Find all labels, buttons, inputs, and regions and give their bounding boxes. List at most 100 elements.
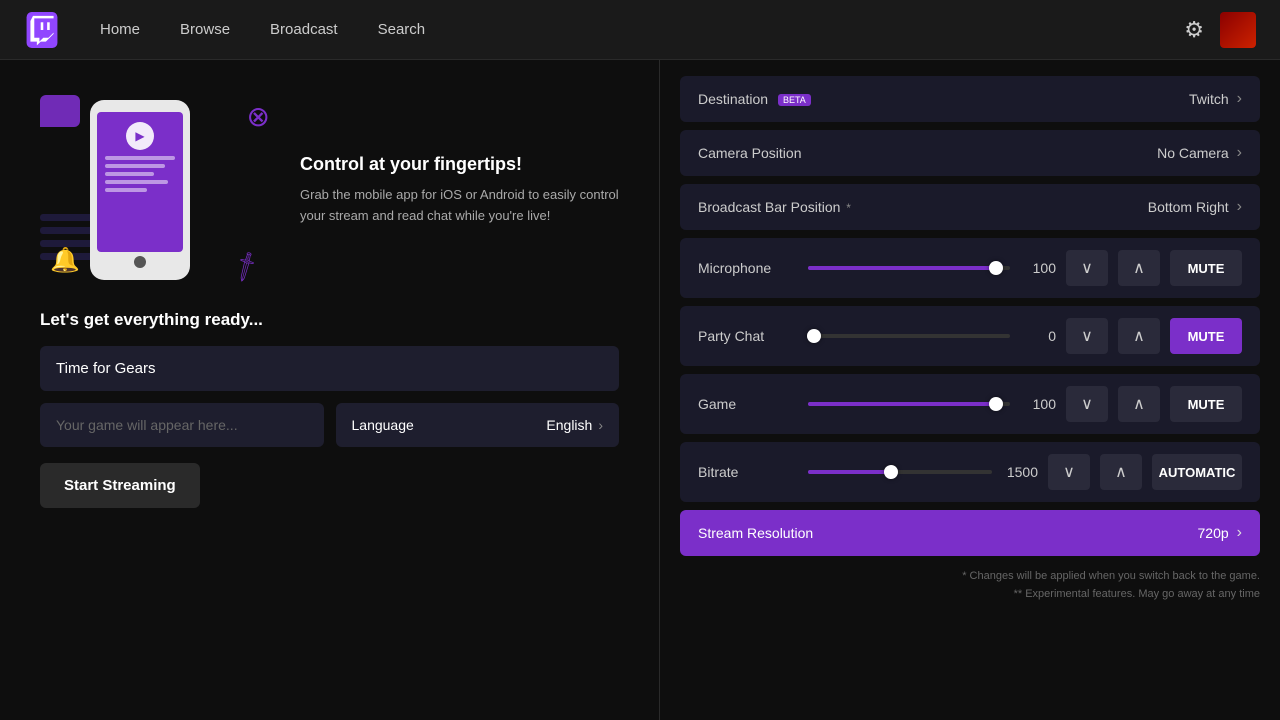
phone-home-btn [134,256,146,268]
phone-line [105,156,175,160]
phone-line [105,180,168,184]
phone-illustration: ▶ [90,100,190,280]
broadcast-bar-label: Broadcast Bar Position * [698,199,851,215]
camera-value: No Camera › [1157,144,1242,162]
illustration-desc: Grab the mobile app for iOS or Android t… [300,185,619,227]
game-slider-thumb[interactable] [989,397,1003,411]
language-button[interactable]: Language English › [336,403,620,447]
illustration-text: Control at your fingertips! Grab the mob… [300,154,619,227]
game-down-button[interactable]: ∨ [1066,386,1108,422]
main-nav: Home Browse Broadcast Search [100,21,425,38]
chevron-right-icon: › [598,417,603,433]
bitrate-slider-track[interactable] [808,470,992,474]
section-label: Let's get everything ready... [40,310,619,330]
microphone-slider-fill [808,266,996,270]
illustration-section: ⊗ ▶ 🔔 [40,90,619,290]
twitch-logo[interactable] [24,12,60,48]
party-chat-mute-button[interactable]: MUTE [1170,318,1242,354]
game-slider-fill [808,402,996,406]
sword-icon: 🗡 [227,249,264,285]
bitrate-slider-fill [808,470,891,474]
chevron-right-icon: › [1237,144,1242,162]
settings-button[interactable]: ⚙ [1184,17,1204,43]
chevron-right-icon: › [1237,524,1242,542]
play-icon: ▶ [126,122,154,150]
star-note: * [846,201,851,215]
bottom-row: Language English › [40,403,619,447]
nav-broadcast[interactable]: Broadcast [270,21,338,38]
header-left: Home Browse Broadcast Search [24,12,425,48]
microphone-up-button[interactable]: ∧ [1118,250,1160,286]
main-content: ⊗ ▶ 🔔 [0,60,1280,720]
microphone-label: Microphone [698,260,798,276]
start-streaming-button[interactable]: Start Streaming [40,463,200,508]
party-chat-label: Party Chat [698,328,798,344]
microphone-slider-thumb[interactable] [989,261,1003,275]
bitrate-value: 1500 [1002,464,1038,480]
phone-lines [105,156,175,192]
phone-line [105,188,147,192]
phone-line [105,164,165,168]
phone-line [105,172,154,176]
party-chat-value: 0 [1020,328,1056,344]
game-row: Game 100 ∨ ∧ MUTE [680,374,1260,434]
nav-search[interactable]: Search [378,21,426,38]
broadcast-bar-row[interactable]: Broadcast Bar Position * Bottom Right › [680,184,1260,230]
signal-icon: ⊗ [247,100,270,133]
game-input[interactable] [40,403,324,447]
nav-browse[interactable]: Browse [180,21,230,38]
chat-icon [40,95,80,127]
phone-screen: ▶ [97,112,183,252]
destination-label: Destination BETA [698,91,818,107]
stream-title-input[interactable] [40,346,619,391]
camera-label: Camera Position [698,145,818,161]
party-chat-down-button[interactable]: ∨ [1066,318,1108,354]
right-panel: Destination BETA Twitch › Camera Positio… [660,60,1280,720]
microphone-value: 100 [1020,260,1056,276]
game-value: 100 [1020,396,1056,412]
bitrate-down-button[interactable]: ∨ [1048,454,1090,490]
language-label: Language [352,417,414,433]
bitrate-up-button[interactable]: ∧ [1100,454,1142,490]
bitrate-slider-thumb[interactable] [884,465,898,479]
chevron-right-icon: › [1237,90,1242,108]
footer-notes: * Changes will be applied when you switc… [680,568,1260,603]
language-value: English [546,417,592,433]
chevron-right-icon: › [1237,198,1242,216]
bitrate-label: Bitrate [698,464,798,480]
avatar-image [1220,12,1256,48]
party-chat-row: Party Chat 0 ∨ ∧ MUTE [680,306,1260,366]
party-chat-up-button[interactable]: ∧ [1118,318,1160,354]
footer-note-1: * Changes will be applied when you switc… [680,568,1260,586]
microphone-row: Microphone 100 ∨ ∧ MUTE [680,238,1260,298]
illustration-graphic: ⊗ ▶ 🔔 [40,90,280,290]
illustration-title: Control at your fingertips! [300,154,619,175]
microphone-slider-track[interactable] [808,266,1010,270]
stream-resolution-value: 720p › [1198,524,1242,542]
destination-value: Twitch › [1189,90,1242,108]
microphone-down-button[interactable]: ∨ [1066,250,1108,286]
destination-row[interactable]: Destination BETA Twitch › [680,76,1260,122]
header-right: ⚙ [1184,12,1256,48]
game-slider-track[interactable] [808,402,1010,406]
game-up-button[interactable]: ∧ [1118,386,1160,422]
nav-home[interactable]: Home [100,21,140,38]
game-label: Game [698,396,798,412]
stream-resolution-label: Stream Resolution [698,525,818,541]
avatar[interactable] [1220,12,1256,48]
camera-row[interactable]: Camera Position No Camera › [680,130,1260,176]
bitrate-automatic-button[interactable]: AUTOMATIC [1152,454,1242,490]
bitrate-row: Bitrate 1500 ∨ ∧ AUTOMATIC [680,442,1260,502]
microphone-mute-button[interactable]: MUTE [1170,250,1242,286]
stream-resolution-row[interactable]: Stream Resolution 720p › [680,510,1260,556]
party-chat-slider-track[interactable] [808,334,1010,338]
broadcast-bar-value: Bottom Right › [1148,198,1242,216]
language-value-group: English › [546,417,603,433]
game-mute-button[interactable]: MUTE [1170,386,1242,422]
left-panel: ⊗ ▶ 🔔 [0,60,660,720]
bell-icon: 🔔 [50,246,80,275]
footer-note-2: ** Experimental features. May go away at… [680,586,1260,604]
header: Home Browse Broadcast Search ⚙ [0,0,1280,60]
beta-badge: BETA [778,94,811,106]
party-chat-slider-thumb[interactable] [807,329,821,343]
